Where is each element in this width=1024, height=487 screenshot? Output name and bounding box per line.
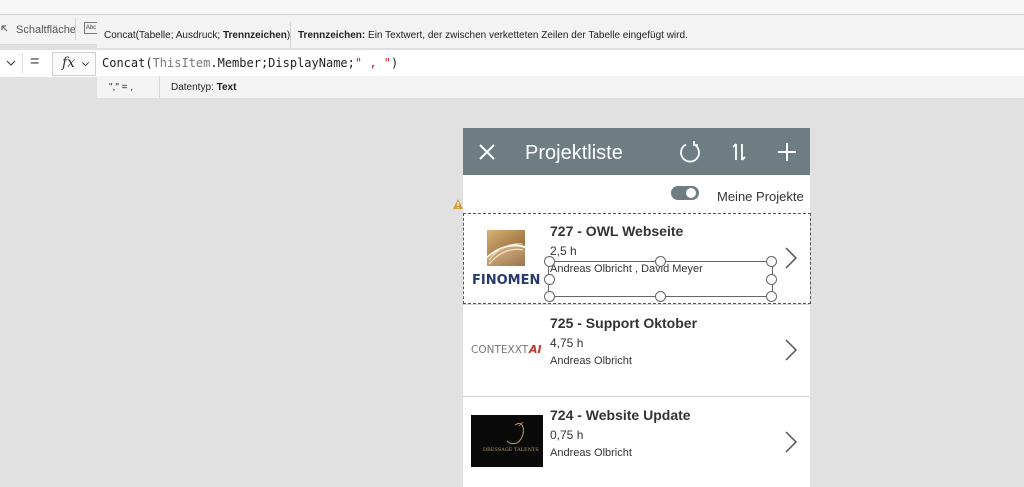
abc-icon[interactable]: Abc — [84, 22, 98, 34]
formula-string: " , " — [354, 56, 391, 70]
sort-icon[interactable] — [727, 140, 751, 164]
button-label: Schaltfläche — [16, 24, 76, 36]
result-value: "," = , — [109, 82, 134, 93]
datatype: Datentyp: Text — [171, 82, 236, 93]
formula-function: Concat( — [102, 56, 153, 70]
chevron-right-icon[interactable] — [783, 430, 799, 454]
refresh-icon[interactable] — [678, 140, 702, 164]
param-name: Trennzeichen: — [298, 30, 366, 41]
resize-handle[interactable] — [544, 256, 555, 267]
resize-handle[interactable] — [766, 274, 777, 285]
button-icon — [1, 25, 8, 32]
project-hours: 4,75 h — [550, 336, 584, 350]
ribbon-top-strip — [0, 0, 1024, 15]
resize-handle[interactable] — [544, 274, 555, 285]
datatype-label: Datentyp: — [171, 82, 217, 93]
formula-input[interactable]: Concat(ThisItem.Member;DisplayName;" , "… — [102, 56, 398, 70]
list-item[interactable]: DRESSAGE TALENTS 724 - Website Update 0,… — [463, 397, 810, 487]
signature-prefix: Concat(Tabelle; Ausdruck; — [104, 30, 223, 41]
ribbon-separator — [75, 18, 76, 40]
toggle-label: Meine Projekte — [717, 189, 804, 204]
app-screen: Projektliste Meine Projekte FINOMEN 727 … — [463, 128, 810, 487]
list-item[interactable]: CONTEXXT AI 725 - Support Oktober 4,75 h… — [463, 305, 810, 397]
formula-close: ) — [391, 56, 399, 70]
chevron-right-icon[interactable] — [783, 338, 799, 362]
resize-handle[interactable] — [655, 291, 666, 302]
formula-result: "," = , Datentyp: Text — [97, 76, 1024, 99]
project-members: Andreas Olbricht — [550, 355, 632, 367]
dressage-logo-text: DRESSAGE TALENTS — [483, 447, 539, 453]
contexxt-logo-text: CONTEXXT — [471, 344, 529, 356]
chevron-down-icon — [81, 62, 90, 67]
project-title: 725 - Support Oktober — [550, 315, 698, 331]
app-header: Projektliste — [463, 128, 810, 175]
resize-handle[interactable] — [655, 256, 666, 267]
param-description: Trennzeichen: Ein Textwert, der zwischen… — [298, 30, 688, 41]
close-icon[interactable] — [475, 140, 499, 164]
tooltip-divider — [290, 22, 291, 48]
resize-handle[interactable] — [766, 291, 777, 302]
result-divider — [159, 76, 160, 98]
project-hours: 0,75 h — [550, 428, 584, 442]
filter-row: Meine Projekte — [463, 175, 810, 213]
fx-button[interactable]: fx — [52, 52, 96, 76]
formula-args: .Member;DisplayName; — [210, 56, 355, 70]
toggle-knob — [686, 188, 696, 198]
project-members: Andreas Olbricht — [550, 447, 632, 459]
add-icon[interactable] — [775, 140, 799, 164]
formula-thisitem: ThisItem — [152, 56, 211, 70]
chevron-down-icon — [6, 60, 16, 66]
resize-handle[interactable] — [766, 256, 777, 267]
insert-button-control[interactable]: Schaltfläche — [0, 20, 76, 40]
dressage-talents-logo: DRESSAGE TALENTS — [471, 415, 543, 467]
formula-bar: = fx Concat(ThisItem.Member;DisplayName;… — [0, 49, 1024, 78]
resize-handle[interactable] — [544, 291, 555, 302]
my-projects-toggle[interactable] — [671, 186, 699, 200]
app-title: Projektliste — [525, 142, 623, 164]
project-title: 724 - Website Update — [550, 407, 691, 423]
function-tooltip: Concat(Tabelle; Ausdruck; Trennzeichen) … — [97, 22, 1024, 49]
property-dropdown[interactable] — [0, 53, 23, 73]
function-signature: Concat(Tabelle; Ausdruck; Trennzeichen) — [104, 30, 290, 41]
datatype-value: Text — [216, 82, 237, 93]
param-desc-text: Ein Textwert, der zwischen verketteten Z… — [365, 30, 688, 41]
equals-sign: = — [30, 53, 40, 70]
fx-icon: fx — [62, 55, 76, 71]
contexxt-logo-mark: AI — [528, 343, 542, 356]
signature-active-param: Trennzeichen — [222, 30, 287, 41]
contexxt-logo: CONTEXXT AI — [471, 343, 542, 356]
